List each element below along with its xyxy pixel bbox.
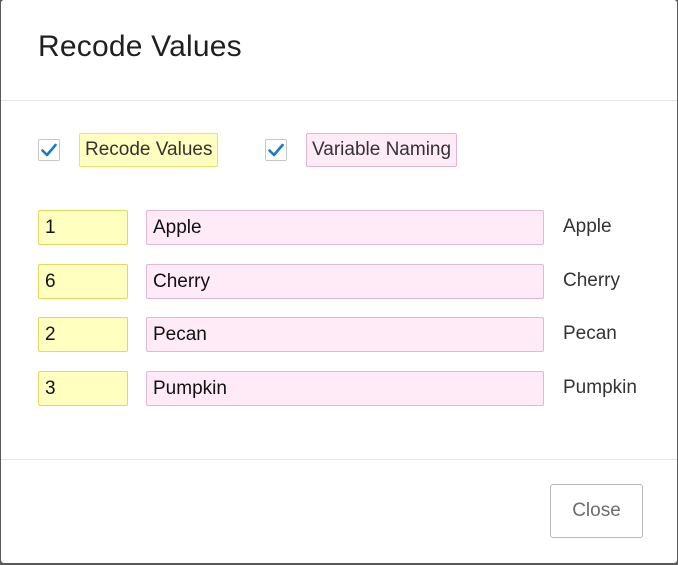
original-choice-label: Apple	[563, 216, 612, 237]
dialog-title: Recode Values	[38, 30, 242, 63]
variable-naming-option: Variable Naming	[265, 133, 458, 167]
recode-values-checkbox[interactable]	[38, 139, 60, 161]
variable-name-input[interactable]	[146, 264, 544, 299]
recode-row: Cherry	[38, 264, 658, 299]
dialog-body: Recode Values Variable Naming Apple Cher…	[1, 101, 677, 460]
recode-values-option: Recode Values	[38, 133, 219, 167]
recode-row: Pumpkin	[38, 371, 658, 406]
variable-naming-label: Variable Naming	[306, 133, 458, 167]
recode-row: Pecan	[38, 317, 658, 352]
recode-value-input[interactable]	[38, 371, 128, 406]
recode-value-input[interactable]	[38, 210, 128, 245]
checkmark-icon	[41, 143, 57, 157]
recode-row: Apple	[38, 210, 658, 245]
variable-naming-checkbox[interactable]	[265, 139, 287, 161]
variable-name-input[interactable]	[146, 371, 544, 406]
recode-value-input[interactable]	[38, 317, 128, 352]
recode-values-label: Recode Values	[79, 133, 219, 167]
original-choice-label: Pecan	[563, 323, 617, 344]
close-button[interactable]: Close	[550, 484, 643, 538]
dialog-footer: Close	[1, 460, 677, 562]
recode-values-dialog: Recode Values Recode Values Variable Nam…	[1, 0, 677, 563]
original-choice-label: Pumpkin	[563, 377, 637, 398]
recode-value-input[interactable]	[38, 264, 128, 299]
variable-name-input[interactable]	[146, 210, 544, 245]
checkmark-icon	[268, 143, 284, 157]
dialog-header: Recode Values	[1, 0, 677, 101]
variable-name-input[interactable]	[146, 317, 544, 352]
original-choice-label: Cherry	[563, 270, 621, 291]
